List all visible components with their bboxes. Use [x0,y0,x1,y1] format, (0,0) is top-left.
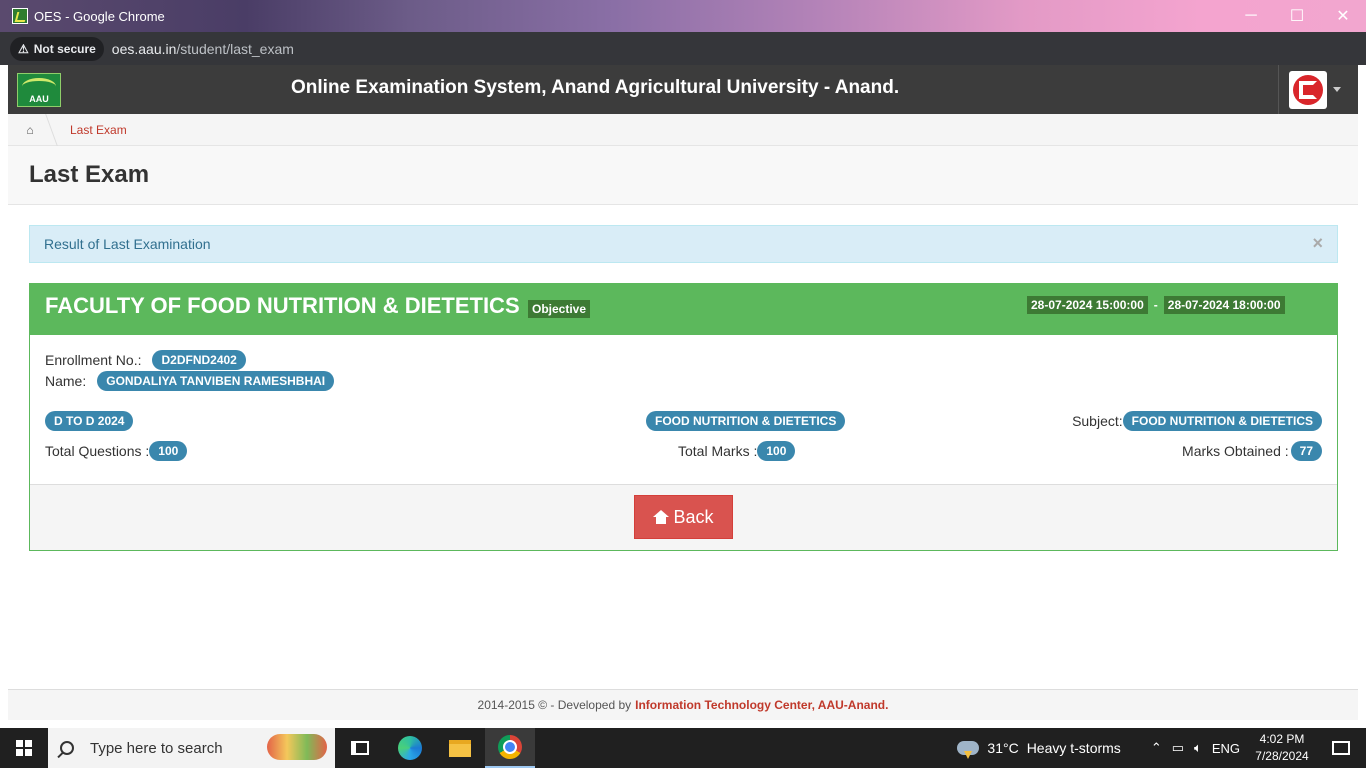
browser-title-bar: OES - Google Chrome ─ ☐ ✕ [0,0,1366,32]
page-header: Last Exam [8,146,1358,205]
url-path: /student/last_exam [176,40,294,57]
breadcrumb: ⌂ Last Exam [8,114,1358,146]
temperature: 31°C [987,740,1019,756]
edge-icon [398,736,422,760]
total-marks-badge: 100 [757,441,796,461]
total-marks-label: Total Marks : [678,443,758,459]
network-icon[interactable]: ▭ [1172,740,1184,756]
page-footer: 2014-2015 © - Developed by Information T… [8,689,1358,720]
clock-time: 4:02 PM [1259,732,1305,746]
panel-body: Enrollment No.: D2DFND2402 Name: GONDALI… [30,335,1337,485]
search-placeholder: Type here to search [90,739,223,757]
folder-icon [449,739,471,757]
task-view-button[interactable] [335,728,385,768]
site-security-button[interactable]: ⚠ Not secure [10,36,104,61]
course-row: FOOD NUTRITION & DIETETICS [646,411,846,431]
aau-logo[interactable]: AAU [17,72,61,107]
url-field[interactable]: oes.aau.in/student/last_exam [112,41,294,57]
batch-row: D TO D 2024 [45,411,134,431]
tray-icons: ⌃ ▭ 🔈︎ ENG [1151,740,1240,756]
security-label: Not secure [33,41,96,56]
warning-icon: ⚠ [18,41,29,56]
windows-taskbar: Type here to search 31°C Heavy t-storms … [0,728,1366,768]
enrollment-badge: D2DFND2402 [152,350,246,370]
storm-icon [957,741,980,759]
file-explorer-taskbar-button[interactable] [435,728,485,768]
panel-footer: Back [30,484,1337,550]
back-button[interactable]: Back [634,495,733,539]
edge-taskbar-button[interactable] [385,728,435,768]
exam-dates: 28-07-2024 15:00:00 - 28-07-2024 18:00:0… [1027,296,1285,314]
search-highlight-image [267,734,327,760]
total-marks-row: Total Marks : 100 [678,441,796,461]
exam-end-time: 28-07-2024 18:00:00 [1163,296,1285,314]
footer-text: 2014-2015 © - Developed by [477,698,632,712]
chevron-down-icon[interactable] [1333,87,1341,92]
subject-label: Subject: [1072,413,1123,429]
home-icon[interactable]: ⌂ [26,123,33,137]
name-badge: GONDALIYA TANVIBEN RAMESHBHAI [97,371,335,391]
search-icon [60,741,74,755]
close-alert-button[interactable]: × [1312,233,1323,254]
avatar[interactable] [1289,70,1327,109]
system-tray: 31°C Heavy t-storms ⌃ ▭ 🔈︎ ENG 4:02 PM 7… [957,728,1366,768]
enrollment-row: Enrollment No.: D2DFND2402 [45,350,246,370]
breadcrumb-home[interactable]: ⌂ [8,114,52,146]
enrollment-label: Enrollment No.: [45,352,142,368]
exam-result-panel: FACULTY OF FOOD NUTRITION & DIETETICS Ob… [29,283,1338,551]
info-alert: Result of Last Examination × [29,225,1338,263]
subject-badge: FOOD NUTRITION & DIETETICS [1122,411,1322,431]
close-window-button[interactable]: ✕ [1320,0,1366,32]
home-icon [653,510,670,524]
marks-obtained-row: Marks Obtained : 77 [1182,441,1322,461]
main-content: Result of Last Examination × FACULTY OF … [8,205,1358,689]
chrome-icon [498,735,522,759]
window-controls: ─ ☐ ✕ [1228,0,1366,32]
task-view-icon [351,741,369,755]
total-questions-badge: 100 [149,441,188,461]
alert-message: Result of Last Examination [44,236,211,252]
start-button[interactable] [0,728,48,768]
maximize-button[interactable]: ☐ [1274,0,1320,32]
exam-type-label: Objective [528,300,591,318]
chrome-taskbar-button[interactable] [485,728,535,768]
page-title: Last Exam [29,161,150,188]
clock[interactable]: 4:02 PM 7/28/2024 [1252,731,1312,765]
weather-condition: Heavy t-storms [1026,740,1121,756]
course-badge: FOOD NUTRITION & DIETETICS [646,411,846,431]
window-title: OES - Google Chrome [34,8,165,24]
language-indicator[interactable]: ENG [1212,741,1240,756]
panel-header: FACULTY OF FOOD NUTRITION & DIETETICS Ob… [30,284,1337,335]
minimize-button[interactable]: ─ [1228,0,1274,32]
batch-badge: D TO D 2024 [45,411,134,431]
faculty-title: FACULTY OF FOOD NUTRITION & DIETETICS [45,293,520,318]
breadcrumb-current[interactable]: Last Exam [70,123,127,137]
chevron-up-icon[interactable]: ⌃ [1151,740,1162,756]
site-favicon-icon [12,8,28,24]
total-questions-label: Total Questions : [45,443,150,459]
notification-icon[interactable] [1332,741,1350,755]
volume-icon[interactable]: 🔈︎ [1194,740,1202,756]
marks-obtained-label: Marks Obtained : [1182,443,1289,459]
address-bar: ⚠ Not secure oes.aau.in/student/last_exa… [0,32,1366,65]
user-menu[interactable] [1278,65,1358,114]
subject-row: Subject: FOOD NUTRITION & DIETETICS [1072,411,1322,431]
clock-date: 7/28/2024 [1255,749,1309,763]
exam-start-time: 28-07-2024 15:00:00 [1027,296,1148,314]
date-separator: - [1153,298,1158,312]
name-row: Name: GONDALIYA TANVIBEN RAMESHBHAI [45,371,335,391]
logo-text: AAU [29,93,49,104]
windows-logo-icon [16,740,32,756]
taskbar-search[interactable]: Type here to search [48,728,335,768]
name-label: Name: [45,373,87,389]
weather-widget[interactable]: 31°C Heavy t-storms [957,740,1121,759]
total-questions-row: Total Questions : 100 [45,441,188,461]
app-header: AAU Online Examination System, Anand Agr… [8,65,1358,114]
footer-org-link[interactable]: Information Technology Center, AAU-Anand… [635,698,888,712]
url-host: oes.aau.in [111,40,177,57]
app-title: Online Examination System, Anand Agricul… [291,77,900,98]
marks-obtained-badge: 77 [1290,441,1322,461]
back-button-label: Back [673,506,714,527]
